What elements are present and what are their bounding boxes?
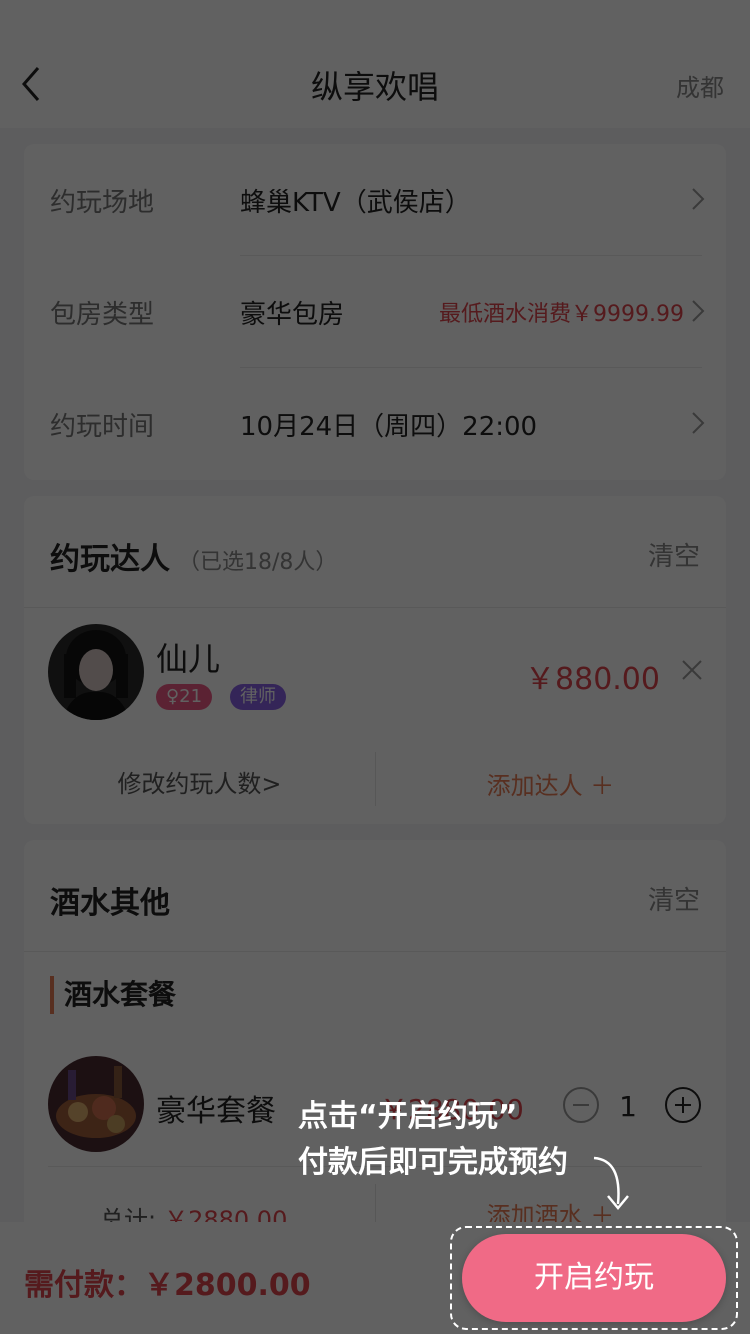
package-name: 豪华套餐 (156, 1094, 276, 1129)
package-image (48, 1056, 144, 1152)
section-title: 约玩达人 （已选18/8人） (50, 534, 337, 578)
close-icon[interactable] (680, 658, 704, 682)
package-section-title: 酒水套餐 (50, 976, 176, 1014)
talent-price: ￥880.00 (525, 662, 660, 697)
status-bar (0, 0, 750, 40)
section-title-text: 约玩达人 (50, 542, 170, 577)
avatar[interactable] (48, 624, 144, 720)
clear-drinks-button[interactable]: 清空 (648, 880, 700, 917)
page-title: 纵享欢唱 (310, 68, 439, 106)
divider (24, 951, 726, 952)
talent-card: 约玩达人 （已选18/8人） 清空 仙儿 ♀21 律师 ￥880.00 修改约玩人… (24, 496, 726, 824)
room-type-row[interactable]: 包房类型 豪华包房 最低酒水消费￥9999.99 (24, 256, 726, 368)
time-row[interactable]: 约玩时间 10月24日（周四）22:00 (24, 368, 726, 480)
amount-due: 需付款：￥2800.00 (24, 1268, 311, 1303)
row-label: 包房类型 (50, 300, 155, 330)
row-label: 约玩场地 (50, 188, 155, 218)
row-label: 约玩时间 (50, 412, 155, 442)
add-talent-button[interactable]: 添加达人 ＋ (375, 766, 726, 801)
min-spend-note: 最低酒水消费￥9999.99 (439, 302, 684, 327)
row-value: 豪华包房 (240, 300, 345, 330)
venue-row[interactable]: 约玩场地 蜂巢KTV（武侯店） (24, 144, 726, 256)
occupation-badge: 律师 (230, 684, 286, 710)
arrow-down-icon (588, 1150, 638, 1216)
guide-line-1: 点击“开启约玩” (298, 1099, 518, 1134)
selected-count: （已选18/8人） (178, 550, 338, 575)
guide-line-2: 付款后即可完成预约 (298, 1145, 568, 1180)
city-selector[interactable]: 成都 (676, 68, 724, 103)
talent-name: 仙儿 (156, 640, 221, 678)
chevron-right-icon (690, 298, 706, 324)
nav-bar: 纵享欢唱 成都 (0, 40, 750, 128)
section-title: 酒水其他 (50, 886, 170, 921)
divider (24, 607, 726, 608)
plus-icon[interactable] (664, 1086, 702, 1124)
chevron-right-icon (690, 186, 706, 212)
guide-hint: 点击“开启约玩” 付款后即可完成预约 (298, 1094, 568, 1186)
edit-count-button[interactable]: 修改约玩人数> (24, 764, 375, 799)
venue-card: 约玩场地 蜂巢KTV（武侯店） 包房类型 豪华包房 最低酒水消费￥9999.99… (24, 144, 726, 480)
gender-age-badge: ♀21 (156, 684, 213, 710)
clear-talent-button[interactable]: 清空 (648, 536, 700, 573)
row-value: 蜂巢KTV（武侯店） (240, 188, 471, 218)
chevron-right-icon (690, 410, 706, 436)
row-value: 10月24日（周四）22:00 (240, 412, 538, 442)
page: 纵享欢唱 成都 约玩场地 蜂巢KTV（武侯店） 包房类型 豪华包房 最低酒水消费… (0, 0, 750, 1334)
start-booking-button[interactable]: 开启约玩 (462, 1234, 726, 1322)
quantity-value: 1 (619, 1090, 637, 1123)
